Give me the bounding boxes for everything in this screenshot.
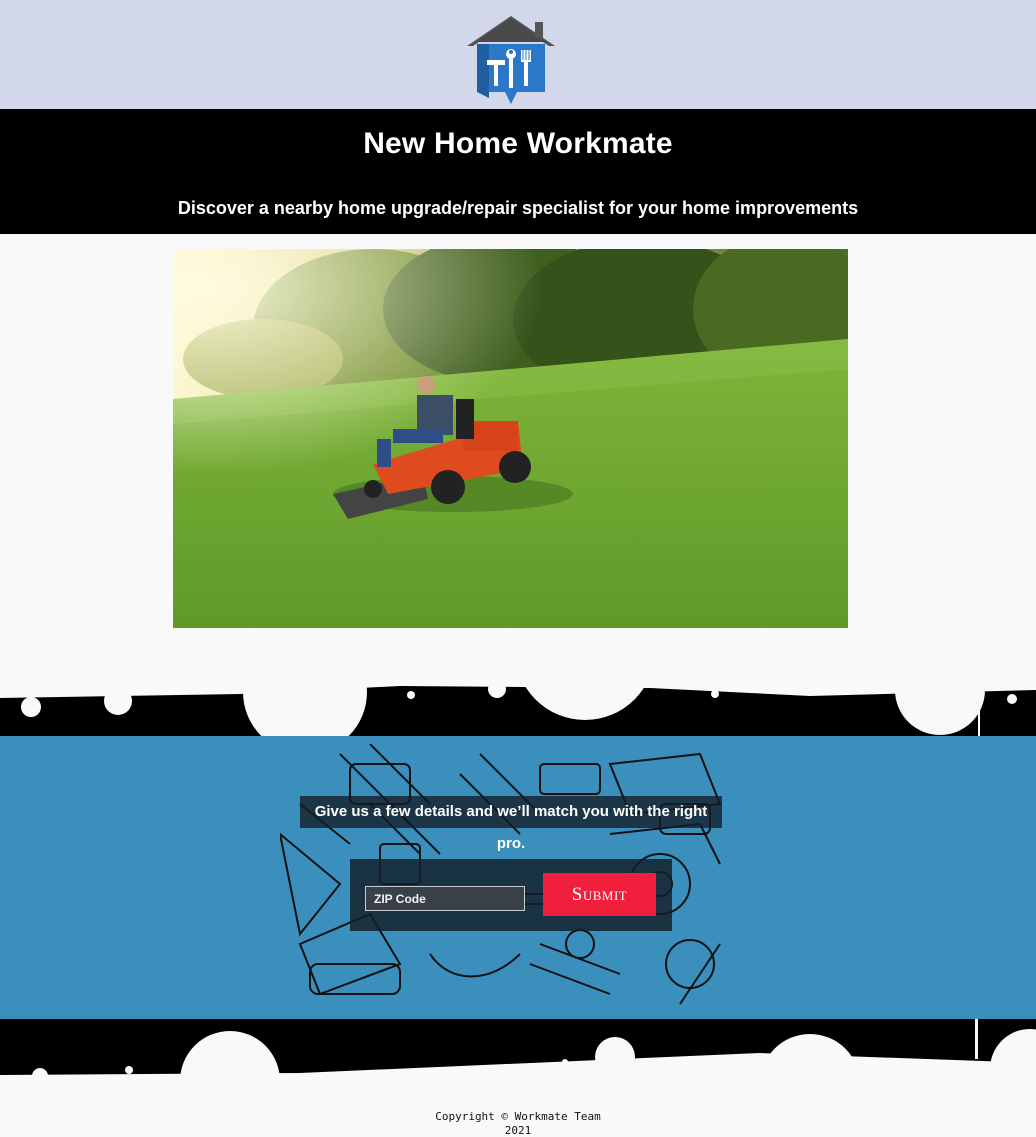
submit-button[interactable]: Submit (543, 873, 656, 916)
zip-form: Submit (350, 859, 672, 931)
lead-form-section: Give us a few details and we’ll match yo… (0, 736, 1036, 1021)
footer: Copyright © Workmate Team 2021 (0, 1110, 1036, 1137)
header (0, 0, 1036, 109)
tagline: Discover a nearby home upgrade/repair sp… (177, 198, 859, 218)
form-heading: Give us a few details and we’ll match yo… (300, 796, 722, 852)
zip-code-input[interactable] (365, 886, 525, 911)
copyright-text: Copyright © Workmate Team (435, 1110, 601, 1123)
torn-paper-divider-top (0, 680, 1036, 738)
torn-paper-divider-bottom (0, 1019, 1036, 1079)
copyright-year: 2021 (504, 1124, 532, 1137)
house-tools-logo-icon[interactable] (465, 14, 557, 108)
lawn-mower-photo (173, 249, 848, 628)
site-title: New Home Workmate (363, 127, 673, 160)
hero-banner: New Home Workmate Discover a nearby home… (0, 109, 1036, 234)
page: New Home Workmate Discover a nearby home… (0, 0, 1036, 1137)
